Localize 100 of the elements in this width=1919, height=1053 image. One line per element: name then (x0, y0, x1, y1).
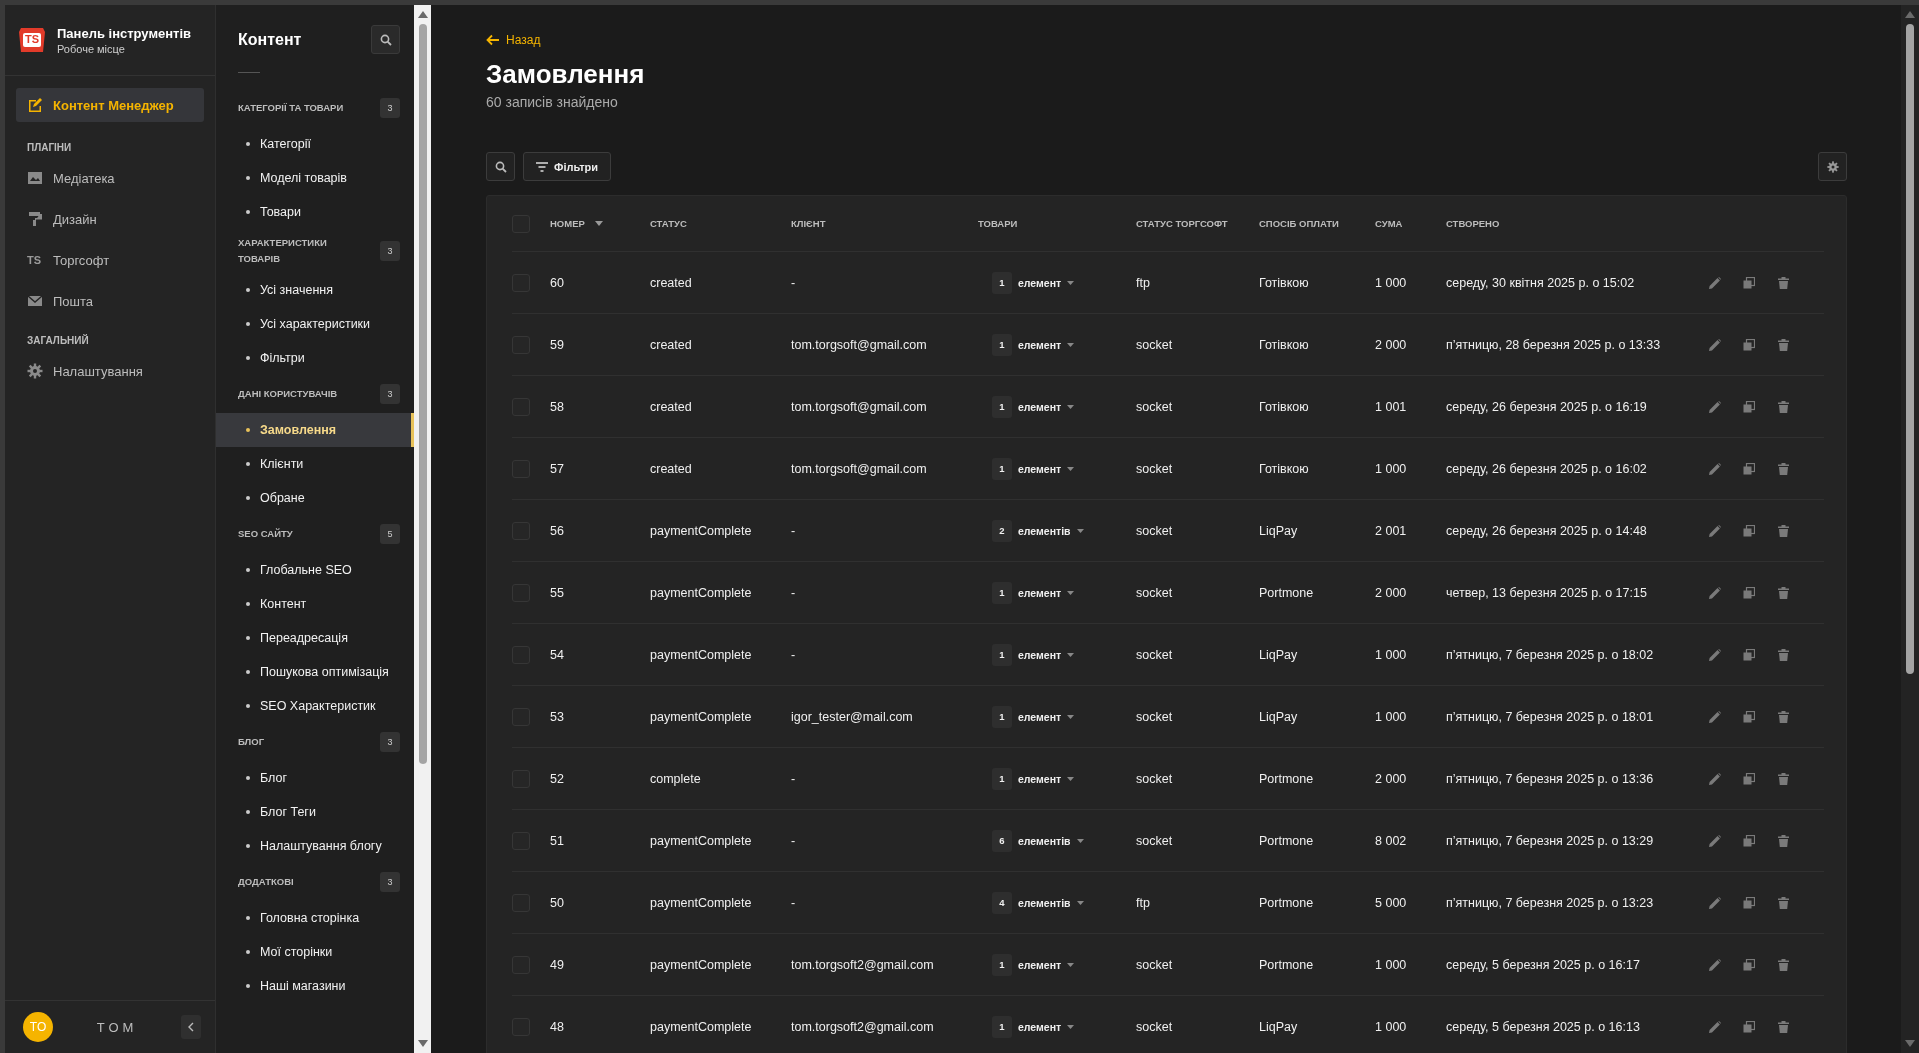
items-dropdown[interactable]: 1 елемент (992, 333, 1075, 356)
section-heading: ЗАГАЛЬНИЙ (26, 333, 90, 348)
settings-button[interactable] (1818, 152, 1847, 181)
table-cell-text: socket (1136, 709, 1174, 724)
count-badge: 1 (992, 767, 1012, 790)
nav-item[interactable]: Дизайн (16, 202, 204, 236)
collapse-button[interactable] (181, 1015, 201, 1039)
table-cell-text: 53 (550, 709, 565, 724)
caret-icon (1067, 1024, 1075, 1029)
table-cell-text: 51 (550, 833, 565, 848)
search-button[interactable] (371, 25, 400, 54)
items-dropdown[interactable]: 1 елемент (992, 581, 1075, 604)
copy-icon (1743, 586, 1755, 599)
items-dropdown[interactable]: 1 елемент (992, 767, 1075, 790)
table-cell-text: socket (1136, 523, 1174, 538)
nav-item[interactable]: TS Торгсофт (16, 243, 204, 277)
items-dropdown[interactable]: 1 елемент (992, 705, 1075, 728)
nav-item[interactable]: Глобальне SEO (216, 553, 414, 587)
count-badge: 1 (992, 457, 1012, 480)
image-icon (27, 170, 43, 186)
table-cell-text: - (791, 895, 797, 910)
table-cell-text: четвер, 13 березня 2025 р. о 17:15 (1446, 585, 1648, 600)
nav-item[interactable]: Мої сторінки (216, 935, 414, 969)
nav-item[interactable]: Моделі товарів (216, 161, 414, 195)
column-header[interactable]: СТВОРЕНО (1446, 218, 1500, 229)
nav-item[interactable]: Блог Теги (216, 795, 414, 829)
nav-item[interactable]: SEO Характеристик (216, 689, 414, 723)
pencil-icon (1709, 710, 1721, 723)
nav-item[interactable]: Пошта (16, 284, 204, 318)
table-cell-text: - (791, 833, 797, 848)
items-dropdown[interactable]: 1 елемент (992, 271, 1075, 294)
app-subtitle: Робоче місце (57, 42, 126, 55)
table-cell-text: created (650, 399, 693, 414)
table-cell-text: socket (1136, 957, 1174, 972)
column-header[interactable]: СПОСІБ ОПЛАТИ (1259, 218, 1339, 229)
table-cell-text: середу, 26 березня 2025 р. о 14:48 (1446, 523, 1648, 538)
app-title: Панель інструментів (57, 25, 192, 41)
items-dropdown[interactable]: 1 елемент (992, 395, 1075, 418)
items-dropdown[interactable]: 1 елемент (992, 457, 1075, 480)
caret-icon (1067, 466, 1075, 471)
items-dropdown[interactable]: 6 елементів (992, 829, 1084, 852)
logo-icon (17, 25, 47, 55)
nav-item[interactable]: Переадресація (216, 621, 414, 655)
table-cell-text: 56 (550, 523, 565, 538)
items-dropdown[interactable]: 1 елемент (992, 1015, 1075, 1038)
column-header[interactable]: ТОВАРИ (978, 218, 1018, 229)
table-cell-text: socket (1136, 461, 1174, 476)
column-header[interactable]: СТАТУС ТОРГСОФТ (1136, 218, 1228, 229)
nav-item[interactable]: Усі значення (216, 273, 414, 307)
nav-item[interactable]: Клієнти (216, 447, 414, 481)
table-cell-text: п’ятницю, 7 березня 2025 р. о 13:36 (1446, 771, 1655, 786)
items-dropdown[interactable]: 2 елементів (992, 519, 1084, 542)
column-header[interactable]: СТАТУС (650, 218, 687, 229)
table-cell-text: Portmone (1259, 957, 1315, 972)
caret-icon (1067, 404, 1075, 409)
table-cell-text: ftp (1136, 275, 1151, 290)
envelope-icon (27, 293, 43, 309)
search-button[interactable] (486, 152, 515, 181)
table-cell-text: 2 001 (1375, 523, 1408, 538)
column-header[interactable]: КЛІЄНТ (791, 218, 826, 229)
nav-item[interactable]: Наші магазини (216, 969, 414, 1003)
back-link[interactable]: Назад (486, 33, 541, 47)
column-header[interactable]: СУМА (1375, 218, 1403, 229)
nav-item[interactable]: Налаштування (16, 354, 204, 388)
table-cell-text: 1 000 (1375, 957, 1408, 972)
nav-item[interactable]: Замовлення (216, 413, 414, 447)
nav-item[interactable]: Блог (216, 761, 414, 795)
table-cell-text: 48 (550, 1019, 565, 1034)
nav-item[interactable]: Категорії (216, 127, 414, 161)
items-dropdown[interactable]: 1 елемент (992, 953, 1075, 976)
count-badge: 3 (380, 732, 400, 752)
nav-item[interactable]: Обране (216, 481, 414, 515)
caret-icon (1067, 776, 1075, 781)
chevron-left-icon (187, 1022, 195, 1032)
table-cell-text: середу, 26 березня 2025 р. о 16:19 (1446, 399, 1648, 414)
nav-item[interactable]: Налаштування блогу (216, 829, 414, 863)
nav-item[interactable]: Медіатека (16, 161, 204, 195)
nav-item[interactable]: Товари (216, 195, 414, 229)
caret-icon (1067, 280, 1075, 285)
nav-item[interactable]: Усі характеристики (216, 307, 414, 341)
pencil-icon (1709, 1020, 1721, 1033)
table-cell-text: 2 000 (1375, 771, 1408, 786)
scrollbar[interactable] (414, 5, 431, 1053)
table-cell-text: LiqPay (1259, 709, 1299, 724)
filter-button[interactable]: Фільтри (523, 152, 612, 181)
nav-item[interactable]: Головна сторінка (216, 901, 414, 935)
nav-item[interactable]: Фільтри (216, 341, 414, 375)
pencil-icon (1709, 958, 1721, 971)
nav-item[interactable]: Пошукова оптимізація (216, 655, 414, 689)
count-badge: 1 (992, 1015, 1012, 1038)
table-cell-text: - (791, 585, 797, 600)
nav-item[interactable]: Контент Менеджер (16, 88, 204, 122)
section-heading: SEO САЙТУ (238, 527, 293, 541)
nav-item[interactable]: Контент (216, 587, 414, 621)
table-cell-text: 60 (550, 275, 565, 290)
items-dropdown[interactable]: 1 елемент (992, 643, 1075, 666)
column-header[interactable]: НОМЕР (550, 218, 585, 229)
scrollbar[interactable] (1901, 5, 1919, 1053)
items-dropdown[interactable]: 4 елементів (992, 891, 1084, 914)
table-cell-text: socket (1136, 399, 1174, 414)
